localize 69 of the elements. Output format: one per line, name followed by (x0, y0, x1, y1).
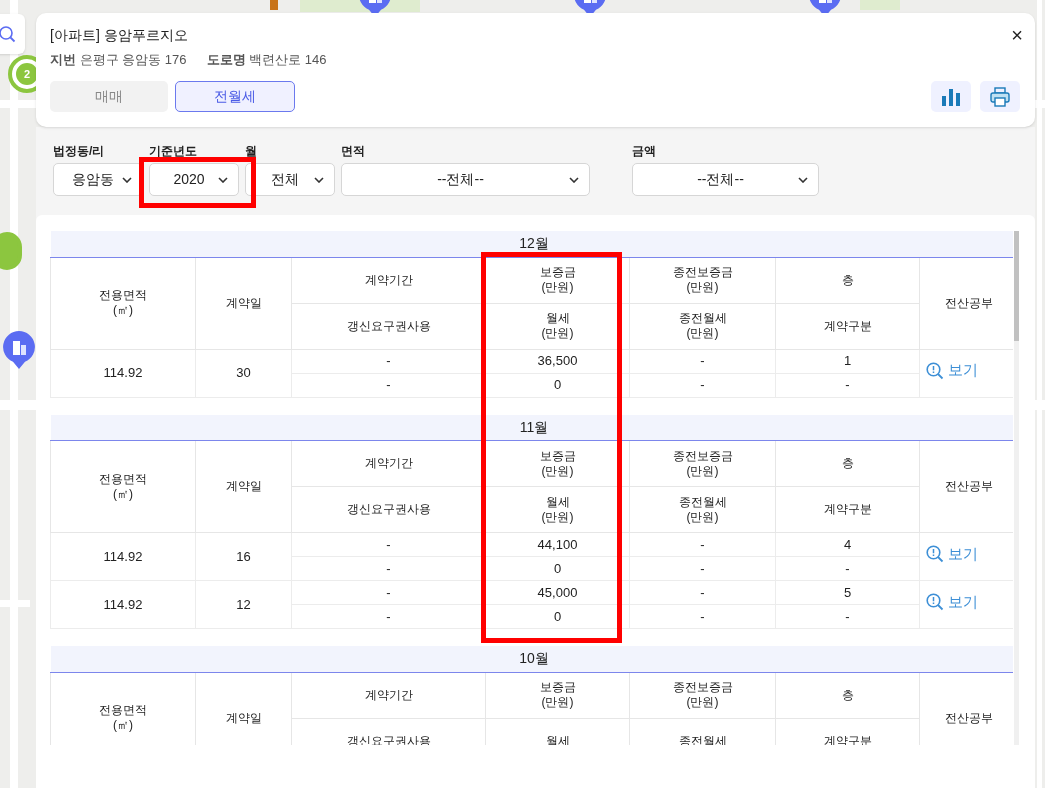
table-cell: 114.92 (50, 349, 196, 397)
close-button[interactable]: × (1011, 25, 1023, 45)
table-cell: 114.92 (50, 532, 196, 581)
column-header: 계약구분 (775, 303, 920, 349)
column-header: 종전보증금 (만원) (629, 440, 776, 487)
table-cell: - (629, 532, 776, 557)
chevron-icon (569, 176, 579, 183)
table-cell: 16 (195, 532, 292, 581)
table-cell: - (629, 373, 776, 397)
column-header: 계약일 (195, 440, 292, 533)
column-header: 보증금 (만원) (485, 672, 630, 718)
column-header: 전산공부 (919, 672, 1014, 745)
column-header: 전용면적 (㎡) (50, 440, 196, 533)
column-header: 계약일 (195, 672, 292, 745)
column-header: 계약기간 (291, 672, 486, 718)
table-cell: 1 (775, 349, 920, 373)
property-title: [아파트] 응암푸르지오 (50, 26, 188, 45)
search-icon (926, 593, 944, 612)
column-header: 전용면적 (㎡) (50, 257, 196, 349)
tab[interactable]: 전월세 (175, 80, 295, 112)
filter-label: 면적 (341, 143, 366, 159)
column-header: 층 (775, 440, 920, 487)
column-header: 층 (775, 257, 920, 303)
table-cell: - (629, 556, 776, 581)
column-header: 전산공부 (919, 257, 1014, 349)
chevron-icon (122, 176, 132, 183)
filter-select[interactable]: 전체 (245, 163, 335, 196)
table-cell: 12 (195, 580, 292, 629)
table-cell: 4 (775, 532, 920, 557)
chevron-icon (218, 176, 228, 183)
search-icon (926, 545, 944, 564)
column-header: 계약일 (195, 257, 292, 349)
chevron-icon (798, 176, 808, 183)
column-header: 층 (775, 672, 920, 718)
column-header: 종전월세 (만원) (629, 486, 776, 533)
table-cell: 5 (775, 580, 920, 605)
column-header: 종전보증금 (만원) (629, 257, 776, 303)
column-header: 계약구분 (775, 486, 920, 533)
table-cell: - (629, 349, 776, 373)
table-cell: - (629, 580, 776, 605)
chart-button[interactable] (931, 81, 971, 112)
filter-label: 금액 (632, 143, 657, 159)
month-heading: 10월 (50, 646, 1014, 672)
month-heading: 12월 (50, 231, 1014, 257)
column-header: 전용면적 (㎡) (50, 672, 196, 745)
print-button[interactable] (980, 81, 1020, 112)
printer-icon (990, 86, 1010, 107)
search-icon (0, 25, 16, 43)
month-heading: 11월 (50, 414, 1014, 441)
filter-select[interactable]: --전체-- (632, 163, 819, 196)
filter-select[interactable]: --전체-- (341, 163, 590, 196)
building-marker-icon[interactable] (2, 330, 36, 370)
column-header: 종전월세 (만원) (629, 303, 776, 349)
cluster-marker[interactable] (0, 232, 22, 270)
address-text: 도로명 백련산로 146 (206, 51, 327, 69)
filter-label: 법정동/리 (53, 143, 106, 159)
scrollbar[interactable] (1014, 231, 1019, 745)
filter-label: 기준년도 (149, 143, 198, 159)
filter-select[interactable]: 2020 (149, 163, 239, 196)
table-cell: 114.92 (50, 580, 196, 629)
search-icon (926, 361, 944, 380)
column-header: 종전보증금 (만원) (629, 672, 776, 718)
table-cell: 30 (195, 349, 292, 397)
chevron-icon (314, 176, 324, 183)
bar-chart-icon (941, 87, 961, 106)
column-header: 전산공부 (919, 440, 1014, 533)
table-cell: - (629, 604, 776, 629)
address-text: 지번 은평구 응암동 176 (50, 51, 187, 69)
filter-label: 월 (245, 143, 258, 159)
